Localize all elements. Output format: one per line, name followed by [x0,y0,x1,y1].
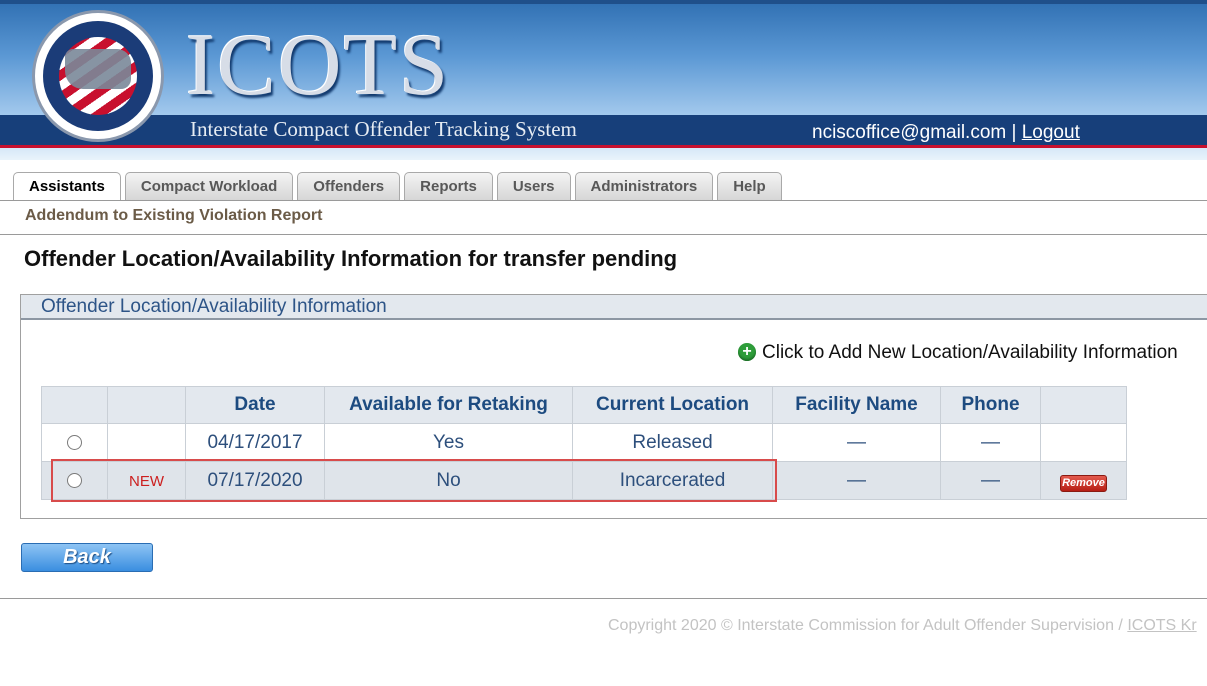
location-table: Date Available for Retaking Current Loca… [41,386,1127,500]
location-panel: Offender Location/Availability Informati… [20,294,1207,519]
col-tag [107,386,186,424]
table-row: 04/17/2017 Yes Released — — [41,423,1127,462]
subnav-divider [0,234,1207,235]
tab-administrators[interactable]: Administrators [574,172,714,200]
col-action [1040,386,1127,424]
row-select-radio[interactable] [67,472,82,488]
panel-title: Offender Location/Availability Informati… [41,296,387,317]
footer-divider [0,598,1207,599]
icaos-seal-logo [32,10,164,142]
new-badge: NEW [129,472,164,490]
row-location: Incarcerated [572,461,773,500]
row-date: 07/17/2020 [185,461,325,500]
col-location: Current Location [572,386,773,424]
tab-help[interactable]: Help [717,172,782,200]
row-select-radio[interactable] [67,434,82,450]
footer-copyright: Copyright 2020 © Interstate Commission f… [608,617,1123,634]
tab-users[interactable]: Users [496,172,571,200]
row-phone: — [940,423,1041,462]
footer-kb-link[interactable]: ICOTS Kr [1127,617,1196,634]
row-available: Yes [324,423,573,462]
app-header: ICOTS Interstate Compact Offender Tracki… [0,0,1207,160]
page-title: Offender Location/Availability Informati… [24,246,678,271]
user-separator: | [1011,122,1017,143]
logo-subtitle: Interstate Compact Offender Tracking Sys… [190,117,577,141]
remove-button[interactable]: Remove [1060,474,1107,492]
tab-reports[interactable]: Reports [404,172,493,200]
row-action-cell: Remove [1040,461,1127,500]
row-select-cell [41,461,108,500]
col-date: Date [185,386,325,424]
table-row: NEW 07/17/2020 No Incarcerated — — Remov… [41,461,1127,500]
logo-title: ICOTS [186,17,451,114]
footer: Copyright 2020 © Interstate Commission f… [608,617,1197,635]
table-header-row: Date Available for Retaking Current Loca… [41,386,1127,424]
breadcrumb: Addendum to Existing Violation Report [25,207,323,224]
col-phone: Phone [940,386,1041,424]
add-location-link[interactable]: + Click to Add New Location/Availability … [738,342,1178,364]
back-button[interactable]: Back [21,543,153,572]
main-tabs: Assistants Compact Workload Offenders Re… [13,172,786,201]
row-facility: — [772,423,941,462]
header-red-stripe [0,145,1207,148]
logout-link[interactable]: Logout [1022,122,1080,143]
tab-offenders[interactable]: Offenders [297,172,401,200]
row-phone: — [940,461,1041,500]
user-box: nciscoffice@gmail.com | Logout [812,122,1080,144]
row-facility: — [772,461,941,500]
tab-assistants[interactable]: Assistants [13,172,121,201]
row-date: 04/17/2017 [185,423,325,462]
add-location-label: Click to Add New Location/Availability I… [762,342,1178,363]
row-location: Released [572,423,773,462]
row-select-cell [41,423,108,462]
row-tag-cell: NEW [107,461,186,500]
col-select [41,386,108,424]
tab-compact-workload[interactable]: Compact Workload [124,172,294,200]
add-plus-icon: + [738,343,756,361]
col-available: Available for Retaking [324,386,573,424]
header-top-band [0,0,1207,4]
row-action [1040,423,1127,462]
panel-header: Offender Location/Availability Informati… [21,295,1207,320]
row-available: No [324,461,573,500]
user-email: nciscoffice@gmail.com [812,122,1007,143]
tab-divider [0,200,1207,201]
seal-us-map [65,49,131,89]
row-tag [107,423,186,462]
col-facility: Facility Name [772,386,941,424]
